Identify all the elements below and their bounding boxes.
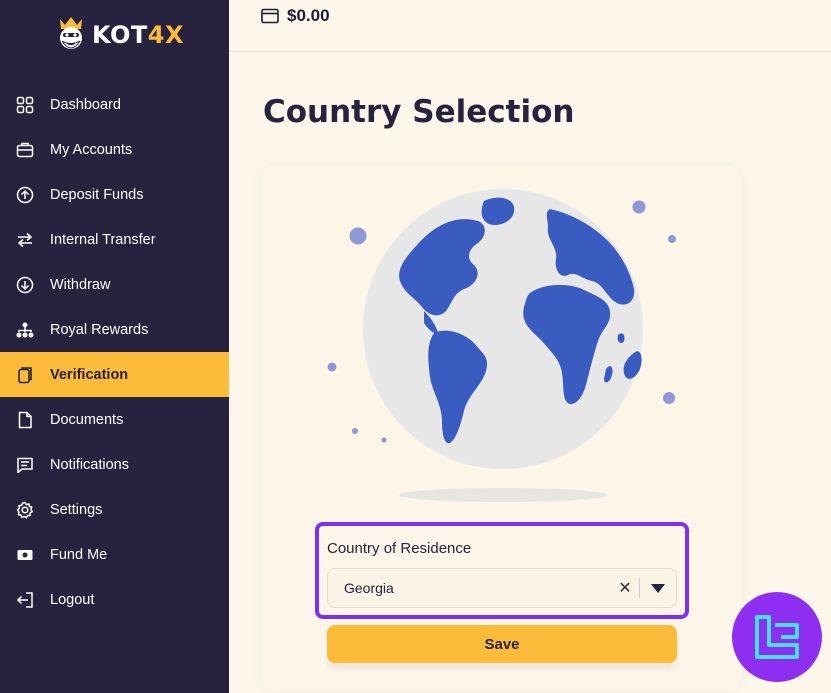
wallet-icon xyxy=(261,8,279,24)
cash-icon xyxy=(16,546,34,564)
sidebar-item-logout[interactable]: Logout xyxy=(0,577,229,622)
globe-illustration xyxy=(327,189,676,502)
brand-name: KOT4X xyxy=(92,21,184,49)
country-select[interactable]: Georgia ✕ xyxy=(327,568,677,608)
king-mascot-icon xyxy=(54,15,88,55)
sidebar-item-verification[interactable]: Verification xyxy=(0,352,229,397)
sidebar-item-label: Fund Me xyxy=(50,546,108,563)
file-icon xyxy=(16,411,34,429)
sidebar: KOT4X Dashboard My Accounts Deposit Fund… xyxy=(0,0,229,693)
gear-icon xyxy=(16,501,34,519)
country-select-value: Georgia xyxy=(344,580,394,596)
sidebar-item-label: My Accounts xyxy=(50,141,133,158)
balance-amount: $0.00 xyxy=(287,6,330,25)
sidebar-item-internal-transfer[interactable]: Internal Transfer xyxy=(0,217,229,262)
sidebar-item-label: Notifications xyxy=(50,456,129,473)
network-icon xyxy=(16,321,34,339)
transfer-arrows-icon xyxy=(16,231,34,249)
country-field-label: Country of Residence xyxy=(327,540,472,557)
sidebar-item-fund-me[interactable]: Fund Me xyxy=(0,532,229,577)
arrow-down-circle-icon xyxy=(16,276,34,294)
tradingfinder-watermark-icon xyxy=(732,592,822,682)
sidebar-item-withdraw[interactable]: Withdraw xyxy=(0,262,229,307)
sidebar-item-label: Royal Rewards xyxy=(50,321,149,338)
sidebar-item-label: Logout xyxy=(50,591,95,608)
top-bar: $0.00 xyxy=(229,0,831,52)
sidebar-item-notifications[interactable]: Notifications xyxy=(0,442,229,487)
sidebar-item-label: Internal Transfer xyxy=(50,231,156,248)
sidebar-item-my-accounts[interactable]: My Accounts xyxy=(0,127,229,172)
chevron-down-icon[interactable] xyxy=(640,583,676,593)
balance-display[interactable]: $0.00 xyxy=(261,6,330,26)
logout-icon xyxy=(16,591,34,609)
sidebar-item-label: Withdraw xyxy=(50,276,111,293)
sidebar-item-label: Settings xyxy=(50,501,103,518)
arrow-up-circle-icon xyxy=(16,186,34,204)
page-title: Country Selection xyxy=(263,94,575,130)
save-button[interactable]: Save xyxy=(327,625,677,663)
chat-icon xyxy=(16,456,34,474)
sidebar-item-documents[interactable]: Documents xyxy=(0,397,229,442)
document-copy-icon xyxy=(16,366,34,384)
sidebar-item-deposit-funds[interactable]: Deposit Funds xyxy=(0,172,229,217)
brand-logo[interactable]: KOT4X xyxy=(54,12,184,58)
sidebar-item-royal-rewards[interactable]: Royal Rewards xyxy=(0,307,229,352)
sidebar-item-settings[interactable]: Settings xyxy=(0,487,229,532)
grid-icon xyxy=(16,96,34,114)
sidebar-nav: Dashboard My Accounts Deposit Funds Inte… xyxy=(0,82,229,622)
sidebar-item-label: Verification xyxy=(50,366,129,383)
sidebar-item-label: Documents xyxy=(50,411,124,428)
briefcase-icon xyxy=(16,141,34,159)
sidebar-item-dashboard[interactable]: Dashboard xyxy=(0,82,229,127)
sidebar-item-label: Deposit Funds xyxy=(50,186,144,203)
sidebar-item-label: Dashboard xyxy=(50,96,121,113)
clear-icon[interactable]: ✕ xyxy=(611,578,639,598)
